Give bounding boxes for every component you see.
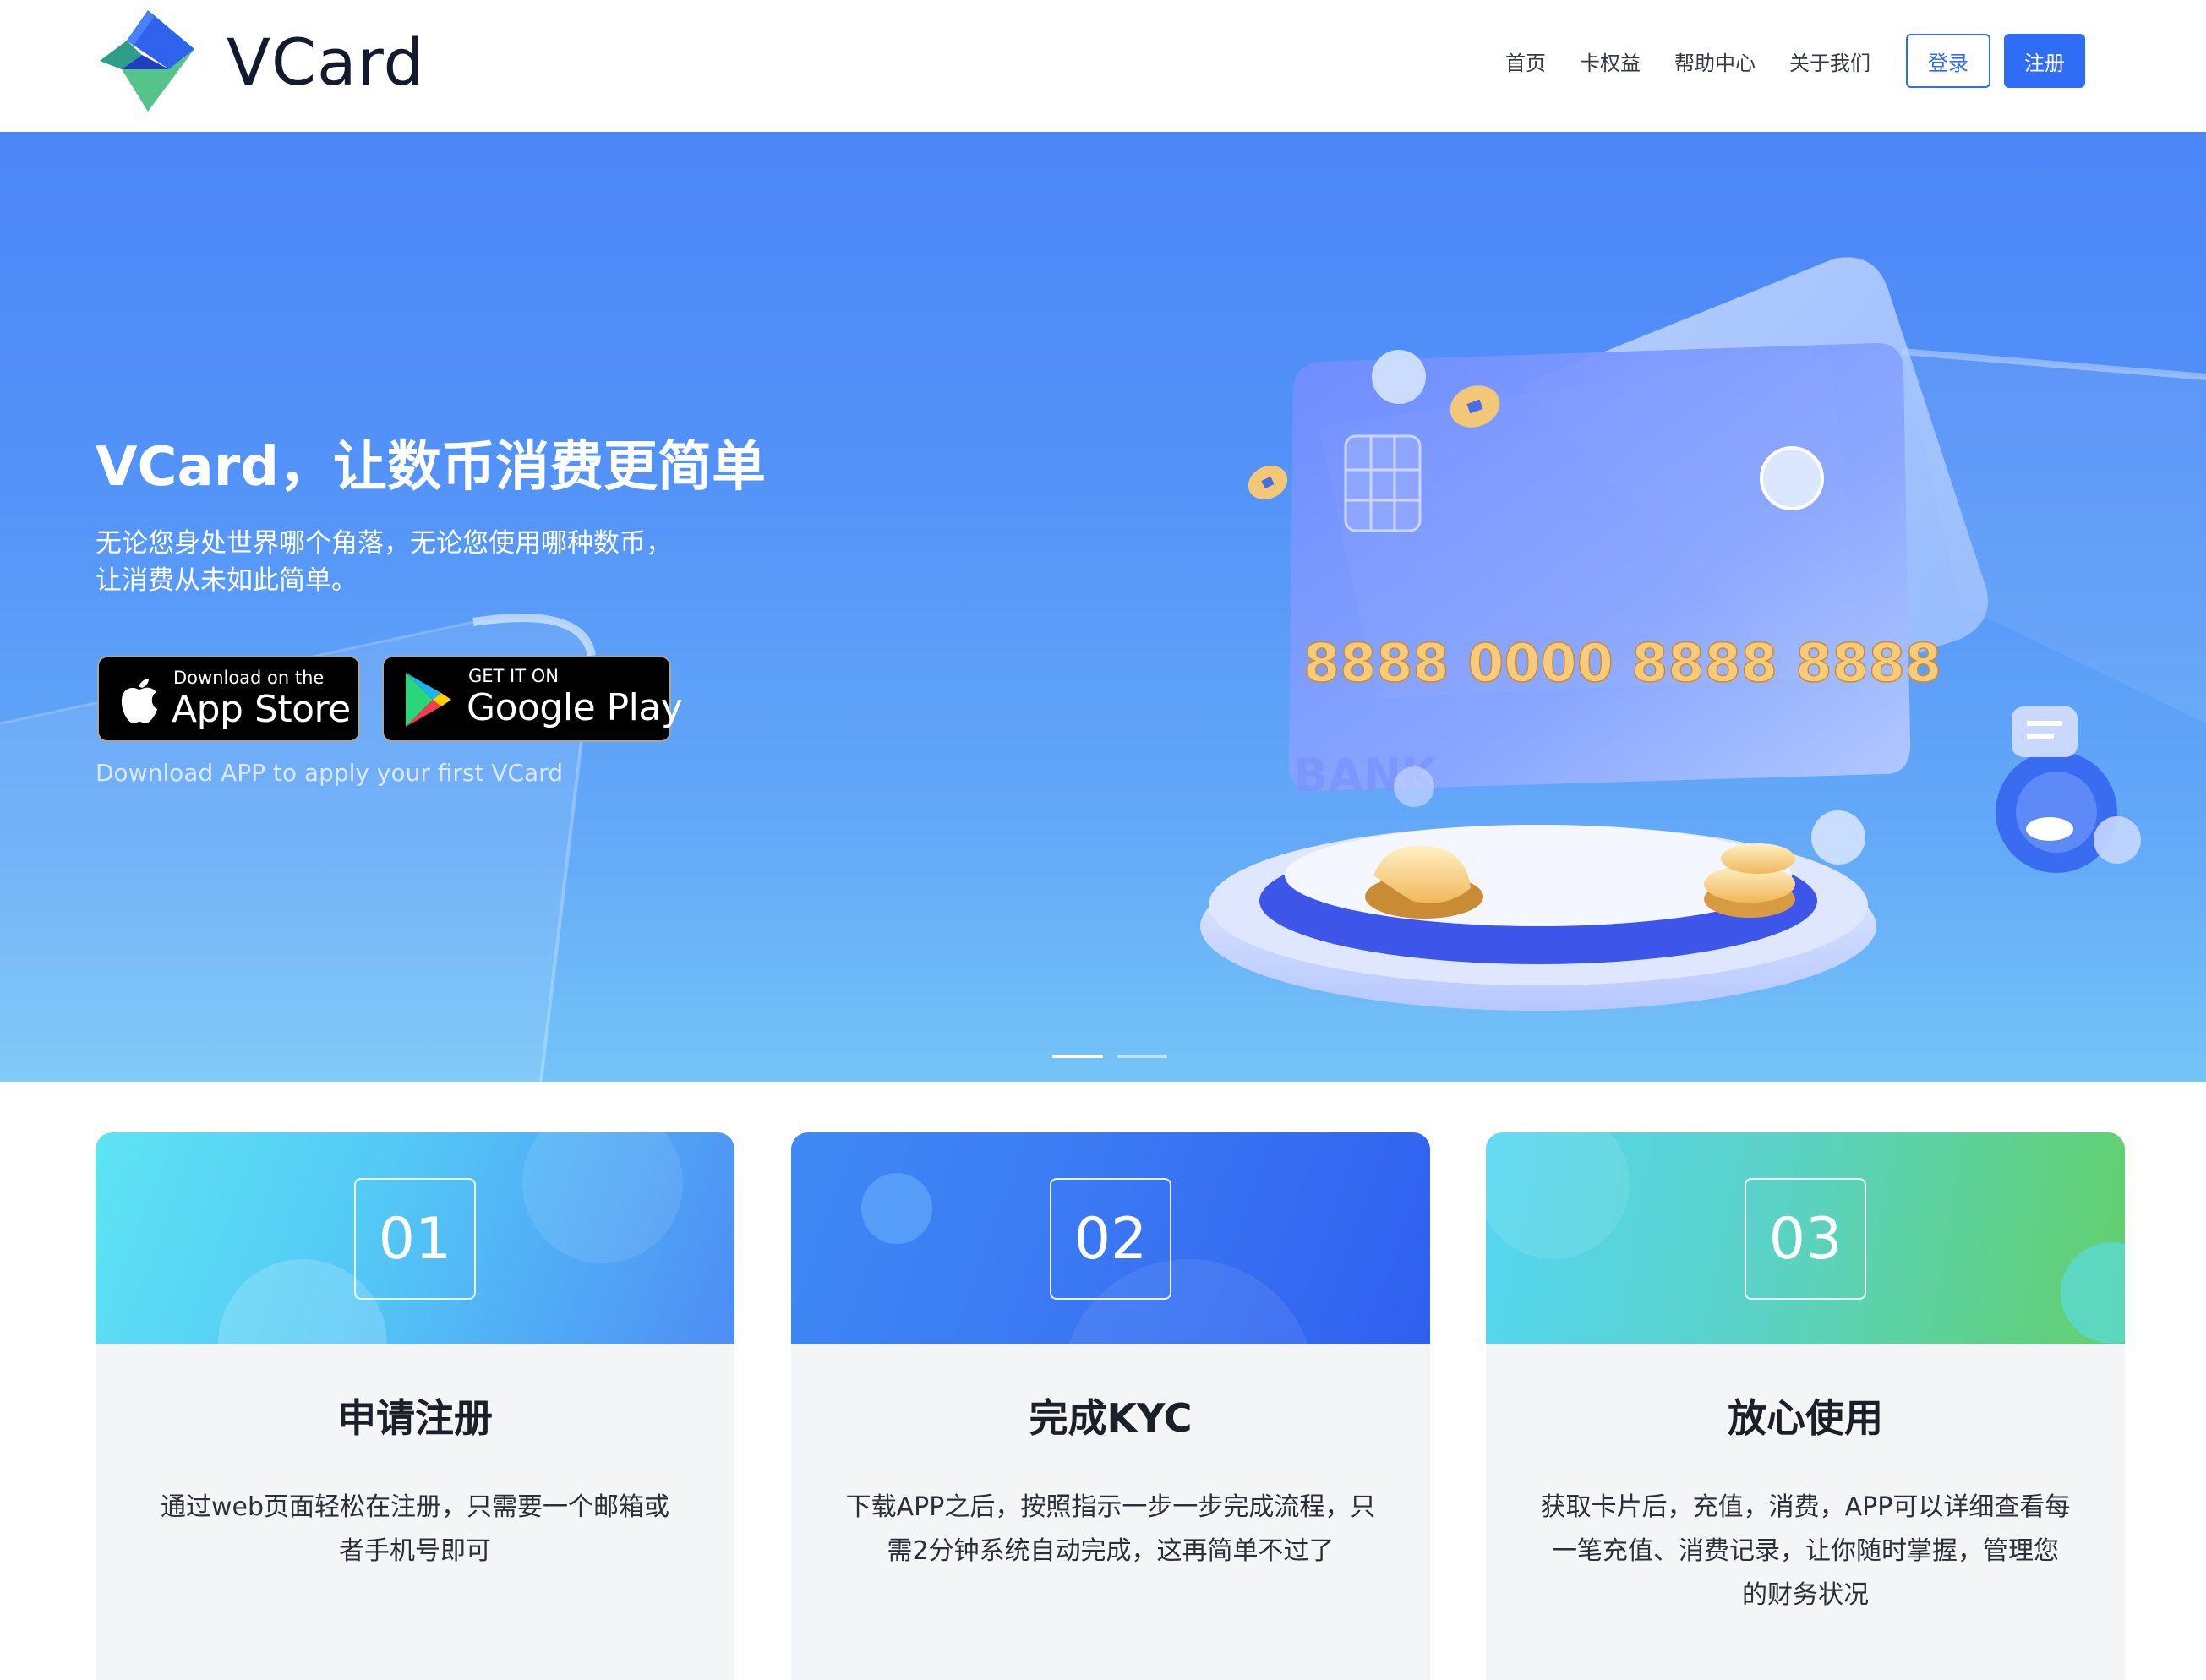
google-play-icon xyxy=(406,673,451,727)
card-illustration: 8888 0000 8888 8888 BANK xyxy=(1200,257,2141,1011)
app-store-button[interactable]: Download on the App Store xyxy=(97,656,360,742)
apple-icon xyxy=(121,679,157,723)
step-number-1: 01 xyxy=(354,1178,476,1300)
step-desc-2: 下载APP之后，按照指示一步一步完成流程，只需2分钟系统自动完成，这再简单不过了 xyxy=(845,1492,1376,1566)
step-number-3: 03 xyxy=(1745,1178,1866,1300)
chat-bot-icon xyxy=(1996,706,2141,873)
step-number-2: 02 xyxy=(1050,1178,1171,1300)
step-desc-1: 通过web页面轻松在注册，只需要一个邮箱或者手机号即可 xyxy=(160,1492,670,1566)
step-card-3: 03 放心使用 获取卡片后，充值，消费，APP可以详细查看每一笔充值、消费记录，… xyxy=(1486,1132,2125,1680)
hero-subtitle-line-1: 无论您身处世界哪个角落，无论您使用哪种数币， xyxy=(96,528,672,559)
step-title-3: 放心使用 xyxy=(1728,1395,1883,1441)
hero-subtitle: 无论您身处世界哪个角落，无论您使用哪种数币， 让消费从未如此简单。 xyxy=(96,525,672,599)
carousel-dot-2[interactable] xyxy=(1117,1055,1167,1058)
nav-help-center[interactable]: 帮助中心 xyxy=(1674,46,1756,76)
download-note: Download APP to apply your first VCard xyxy=(96,759,563,787)
hero-subtitle-line-2: 让消费从未如此简单。 xyxy=(96,565,358,596)
nav-about-us[interactable]: 关于我们 xyxy=(1789,46,1870,76)
step-card-1: 01 申请注册 通过web页面轻松在注册，只需要一个邮箱或者手机号即可 xyxy=(96,1132,734,1680)
step-desc-3: 获取卡片后，充值，消费，APP可以详细查看每一笔充值、消费记录，让你随时掌握，管… xyxy=(1540,1492,2071,1610)
carousel-indicator xyxy=(1052,1055,1181,1058)
site-header: VCard 首页 卡权益 帮助中心 关于我们 登录 注册 xyxy=(0,0,2206,132)
nav-card-benefits[interactable]: 卡权益 xyxy=(1580,46,1641,76)
login-button[interactable]: 登录 xyxy=(1906,34,1990,88)
google-play-big-text: Google Play xyxy=(467,686,683,729)
step-title-1: 申请注册 xyxy=(337,1395,493,1441)
vcard-logo-icon[interactable] xyxy=(93,8,203,114)
card-number-text: 8888 0000 8888 8888 xyxy=(1303,632,1941,694)
step-card-3-header: 03 xyxy=(1486,1132,2125,1344)
app-store-big-text: App Store xyxy=(172,688,351,731)
hero-banner: VCard，让数币消费更简单 无论您身处世界哪个角落，无论您使用哪种数币， 让消… xyxy=(0,132,2206,1082)
app-store-small-text: Download on the xyxy=(173,668,325,688)
step-title-2: 完成KYC xyxy=(1029,1395,1193,1441)
register-button[interactable]: 注册 xyxy=(2004,34,2085,88)
hero-title: VCard，让数币消费更简单 xyxy=(96,436,767,499)
google-play-small-text: GET IT ON xyxy=(468,666,559,686)
step-card-2: 02 完成KYC 下载APP之后，按照指示一步一步完成流程，只需2分钟系统自动完… xyxy=(791,1132,1430,1680)
carousel-dot-1[interactable] xyxy=(1052,1055,1103,1058)
google-play-button[interactable]: GET IT ON Google Play xyxy=(382,656,683,742)
step-card-2-header: 02 xyxy=(791,1132,1430,1344)
step-card-1-header: 01 xyxy=(96,1132,734,1344)
main-nav: 首页 卡权益 帮助中心 关于我们 登录 注册 xyxy=(1505,34,2085,88)
brand-name[interactable]: VCard xyxy=(227,24,425,101)
nav-home[interactable]: 首页 xyxy=(1505,46,1546,76)
